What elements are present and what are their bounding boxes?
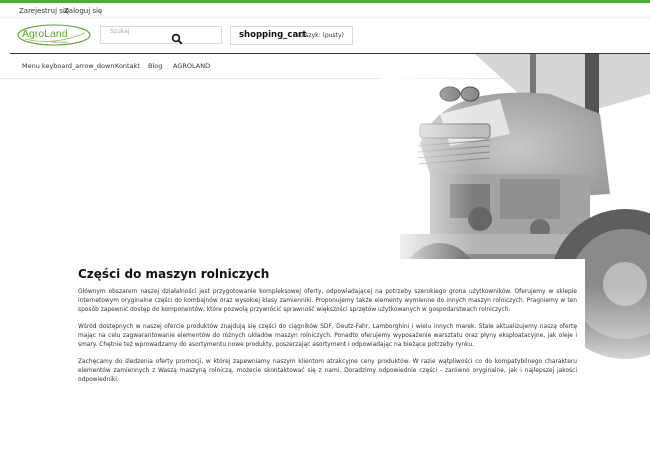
content-paragraph: Wśród dostępnych w naszej ofercie produk… [78, 324, 577, 349]
logo-subtext: części maszyn [51, 40, 68, 44]
logo-text: AgroLand [22, 28, 68, 40]
agroland-logo[interactable]: AgroLand części maszyn [17, 24, 93, 46]
nav-item-kontakt[interactable]: Kontakt [115, 62, 140, 70]
content-paragraph: Zachęcamy do śledzenia oferty promocji, … [78, 359, 577, 384]
register-link[interactable]: Zarejestruj się [19, 7, 69, 15]
nav-item-blog[interactable]: Blog [148, 62, 162, 70]
main-content: Części do maszyn rolniczych Głównym obsz… [70, 259, 585, 384]
cart-status: Koszyk: (pusty) [298, 32, 344, 39]
search-placeholder: Szukaj [110, 28, 130, 35]
login-link[interactable]: Zaloguj się [64, 7, 102, 15]
divider [0, 17, 650, 18]
shopping-cart-icon: shopping_cart [239, 30, 307, 40]
nav-item-agroland[interactable]: AGROLAND [173, 62, 210, 70]
search-icon[interactable] [170, 30, 184, 45]
nav-item-menu[interactable]: Menu keyboard_arrow_down [22, 62, 114, 70]
search-input[interactable]: Szukaj [100, 26, 222, 44]
content-paragraph: Głównym obszarem naszej działalności jes… [78, 289, 577, 314]
page-title: Części do maszyn rolniczych [78, 267, 270, 281]
cart-button[interactable]: shopping_cart Koszyk: (pusty) [230, 26, 353, 45]
auth-bar: Zarejestruj się Zaloguj się [0, 3, 650, 18]
